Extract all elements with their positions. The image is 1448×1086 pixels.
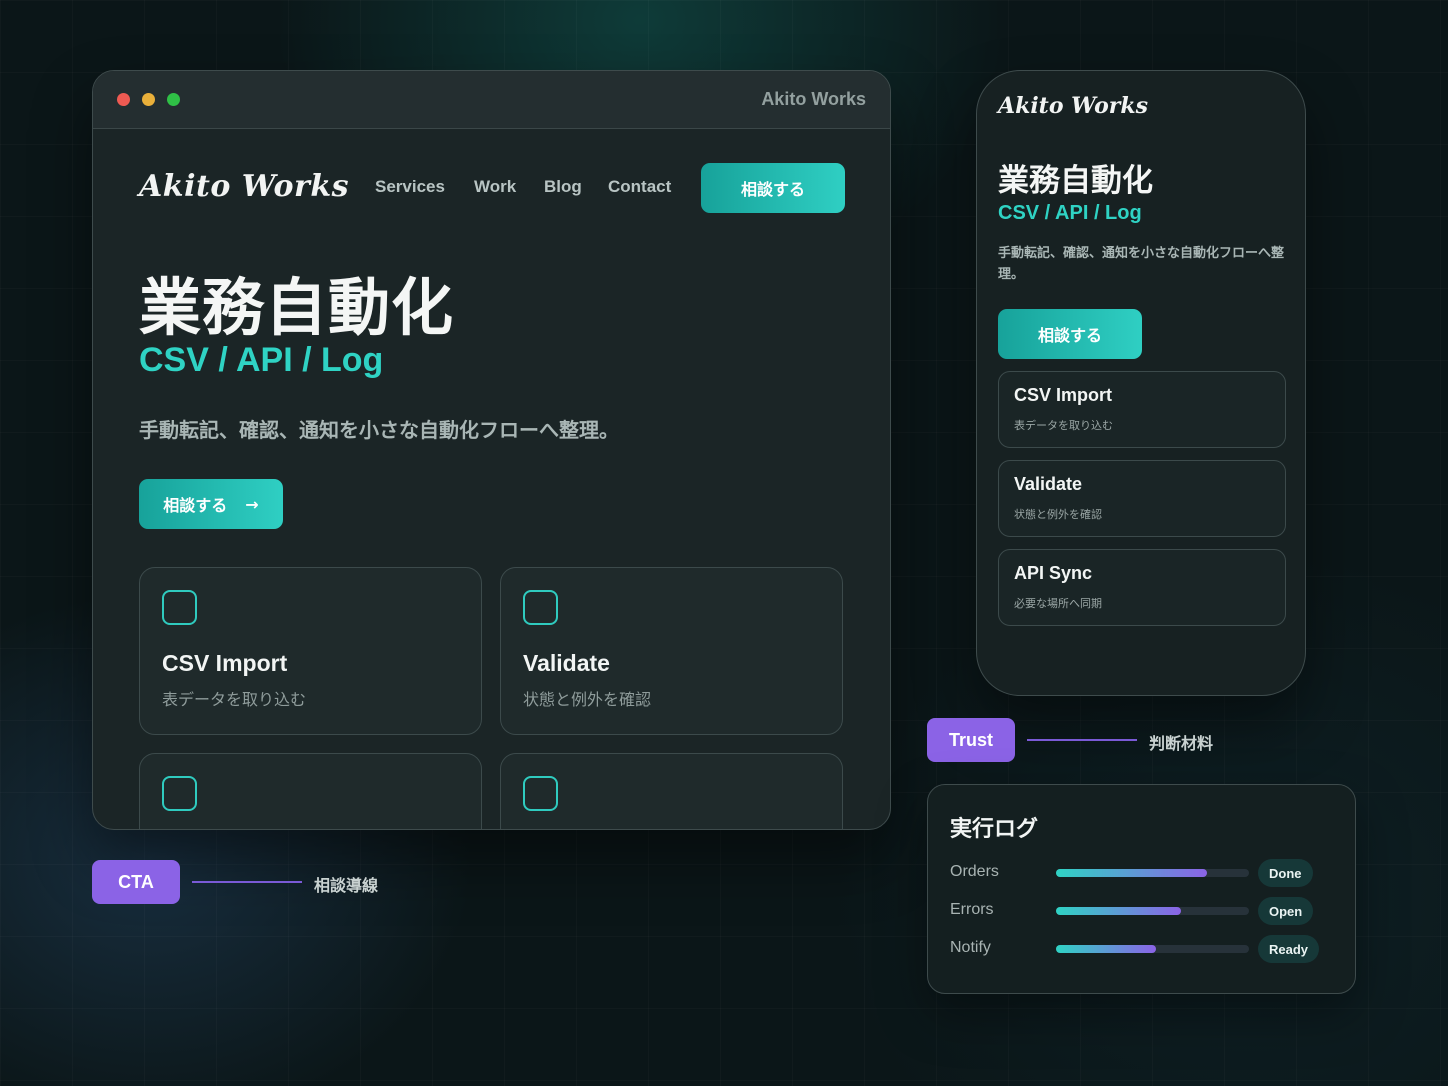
arrow-right-icon: → xyxy=(245,494,259,514)
mobile-hero-subtitle: CSV / API / Log xyxy=(998,202,1142,224)
mobile-card-description: 表データを取り込む xyxy=(1014,419,1113,432)
desktop-browser-window: Akito Works Akito Works Services Work Bl… xyxy=(92,70,891,830)
mobile-card-title: Validate xyxy=(1014,474,1083,494)
cta-annotation-line xyxy=(192,881,302,883)
status-badge: Open xyxy=(1258,897,1314,925)
log-row-label: Orders xyxy=(950,863,999,880)
feature-card-description: 表データを取り込む xyxy=(162,690,307,709)
hero-consult-button[interactable]: 相談する → xyxy=(139,479,283,529)
feature-square-icon xyxy=(162,776,197,811)
mobile-logo[interactable]: Akito Works xyxy=(998,93,1148,119)
window-title: Akito Works xyxy=(761,89,866,109)
log-row-errors: Errors Open xyxy=(950,897,1340,925)
cta-annotation-label: 相談導線 xyxy=(314,876,379,895)
mobile-card-description: 必要な場所へ同期 xyxy=(1014,597,1102,610)
header-consult-button[interactable]: 相談する xyxy=(701,163,845,213)
mobile-hero-description: 手動転記、確認、通知を小さな自動化フローへ整理。 xyxy=(998,246,1285,282)
hero-description: 手動転記、確認、通知を小さな自動化フローへ整理。 xyxy=(139,418,619,442)
window-titlebar: Akito Works xyxy=(93,71,890,129)
window-minimize-button[interactable] xyxy=(142,93,155,106)
mobile-hero-title: 業務自動化 xyxy=(998,163,1153,199)
nav-link-contact[interactable]: Contact xyxy=(608,177,671,197)
mobile-consult-button[interactable]: 相談する xyxy=(998,309,1142,359)
log-row-notify: Notify Ready xyxy=(950,935,1340,963)
mobile-card-api-sync[interactable]: API Sync 必要な場所へ同期 xyxy=(998,549,1286,626)
hero-consult-label: 相談する xyxy=(163,496,228,515)
feature-square-icon xyxy=(523,590,558,625)
log-row-label: Errors xyxy=(950,901,994,918)
log-row-label: Notify xyxy=(950,939,991,956)
feature-square-icon xyxy=(162,590,197,625)
execution-log-panel: 実行ログ Orders Done Errors Open Notify Read… xyxy=(927,784,1356,994)
nav-link-services[interactable]: Services xyxy=(375,177,445,197)
log-panel-title: 実行ログ xyxy=(950,817,1039,842)
feature-card-title: Validate xyxy=(523,650,610,676)
nav-link-blog[interactable]: Blog xyxy=(544,177,582,197)
window-maximize-button[interactable] xyxy=(167,93,180,106)
mobile-card-title: CSV Import xyxy=(1014,385,1113,405)
feature-square-icon xyxy=(523,776,558,811)
feature-card-title: CSV Import xyxy=(162,650,288,676)
progress-fill xyxy=(1056,869,1207,877)
trust-annotation-tag: Trust xyxy=(927,718,1015,762)
nav-link-work[interactable]: Work xyxy=(474,177,516,197)
site-header: Akito Works Services Work Blog Contact 相… xyxy=(139,163,845,213)
mobile-phone-frame: Akito Works 業務自動化 CSV / API / Log 手動転記、確… xyxy=(976,70,1306,696)
hero-subtitle: CSV / API / Log xyxy=(139,341,384,379)
status-badge: Ready xyxy=(1258,935,1320,963)
hero-title: 業務自動化 xyxy=(139,271,455,344)
progress-fill xyxy=(1056,907,1182,915)
mobile-card-csv-import[interactable]: CSV Import 表データを取り込む xyxy=(998,371,1286,448)
feature-card-partial[interactable] xyxy=(139,753,482,829)
mobile-card-validate[interactable]: Validate 状態と例外を確認 xyxy=(998,460,1286,537)
trust-annotation-line xyxy=(1027,739,1137,741)
progress-track xyxy=(1056,907,1249,915)
progress-fill xyxy=(1056,945,1157,953)
cta-annotation-tag: CTA xyxy=(92,860,180,904)
mobile-card-title: API Sync xyxy=(1014,563,1093,583)
feature-card-validate[interactable]: Validate 状態と例外を確認 xyxy=(500,567,843,735)
status-badge: Done xyxy=(1258,859,1313,887)
log-row-orders: Orders Done xyxy=(950,859,1340,887)
site-logo[interactable]: Akito Works xyxy=(139,169,349,204)
feature-card-csv-import[interactable]: CSV Import 表データを取り込む xyxy=(139,567,482,735)
progress-track xyxy=(1056,869,1249,877)
mobile-card-description: 状態と例外を確認 xyxy=(1014,508,1102,521)
feature-card-partial[interactable] xyxy=(500,753,843,829)
feature-card-description: 状態と例外を確認 xyxy=(523,690,652,709)
window-close-button[interactable] xyxy=(117,93,130,106)
trust-annotation-label: 判断材料 xyxy=(1149,734,1214,753)
progress-track xyxy=(1056,945,1249,953)
